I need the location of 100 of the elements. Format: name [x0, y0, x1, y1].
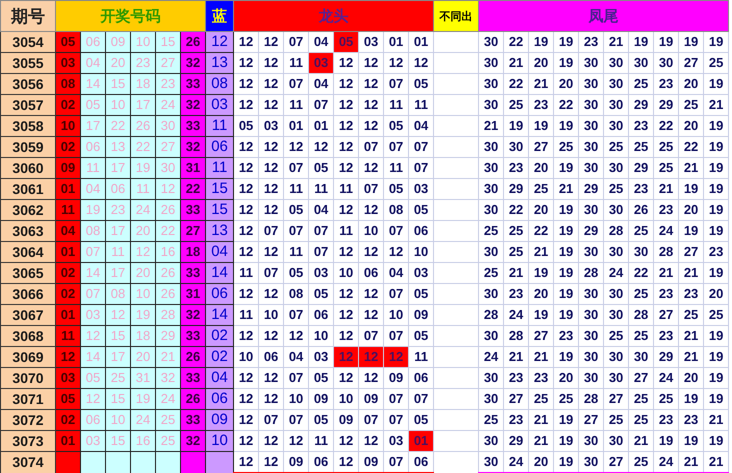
table-cell: 12	[334, 284, 359, 304]
table-cell: 15	[106, 430, 130, 452]
table-cell	[80, 452, 106, 473]
table-cell: 19	[704, 388, 729, 410]
table-cell: 13	[206, 220, 234, 242]
table-cell: 29	[654, 346, 679, 368]
table-cell: 21	[654, 178, 679, 200]
table-cell: 22	[130, 136, 156, 158]
table-cell: 19	[704, 430, 729, 452]
table-cell: 30	[604, 368, 629, 388]
table-cell: 30	[578, 74, 604, 94]
table-cell: 22	[106, 116, 130, 136]
table-cell: 25	[554, 136, 579, 158]
table-cell: 29	[628, 158, 654, 178]
table-cell: 20	[130, 220, 156, 242]
table-cell: 30	[478, 430, 504, 452]
table-cell: 3070	[0, 368, 56, 388]
table-cell: 25	[678, 304, 704, 326]
table-cell: 30	[604, 284, 629, 304]
table-cell: 12	[258, 158, 284, 178]
table-cell: 25	[554, 388, 579, 410]
table-cell: 06	[106, 178, 130, 200]
table-cell: 06	[308, 304, 334, 326]
table-cell: 25	[504, 94, 529, 116]
table-cell: 19	[554, 284, 579, 304]
table-cell: 14	[206, 304, 234, 326]
table-cell: 30	[156, 158, 180, 178]
table-cell: 21	[504, 346, 529, 368]
table-cell: 07	[384, 74, 409, 94]
table-cell: 06	[80, 136, 106, 158]
table-cell: 25	[604, 178, 629, 200]
table-cell: 30	[628, 52, 654, 74]
table-cell: 19	[678, 220, 704, 242]
table-cell: 29	[504, 178, 529, 200]
table-cell: 23	[654, 326, 679, 346]
table-cell: 01	[284, 116, 309, 136]
table-cell: 30	[478, 158, 504, 178]
table-cell: 25	[704, 304, 729, 326]
table-cell: 07	[384, 388, 409, 410]
table-cell: 20	[528, 452, 554, 473]
table-cell: 3063	[0, 220, 56, 242]
table-cell: 06	[80, 410, 106, 430]
table-cell: 28	[478, 304, 504, 326]
table-cell: 24	[604, 262, 629, 284]
table-cell: 04	[308, 200, 334, 220]
table-cell: 23	[678, 410, 704, 430]
table-cell: 19	[704, 74, 729, 94]
table-cell: 30	[478, 94, 504, 116]
table-cell: 21	[628, 430, 654, 452]
table-cell: 19	[554, 220, 579, 242]
table-cell: 20	[678, 368, 704, 388]
table-cell: 29	[504, 430, 529, 452]
table-cell: 10	[334, 388, 359, 410]
table-cell: 12	[234, 74, 259, 94]
table-cell: 20	[528, 158, 554, 178]
table-cell: 06	[408, 368, 434, 388]
table-cell: 3067	[0, 304, 56, 326]
table-cell: 09	[106, 32, 130, 52]
table-cell: 3071	[0, 388, 56, 410]
table-cell: 25	[628, 74, 654, 94]
table-cell: 06	[258, 346, 284, 368]
table-cell: 06	[308, 452, 334, 473]
table-cell: 3074	[0, 452, 56, 473]
table-cell: 25	[156, 430, 180, 452]
table-cell: 27	[156, 52, 180, 74]
table-cell: 12	[384, 52, 409, 74]
table-cell: 10	[358, 220, 384, 242]
table-cell: 21	[704, 452, 729, 473]
table-cell: 12	[358, 74, 384, 94]
table-cell: 29	[156, 326, 180, 346]
table-cell: 07	[308, 242, 334, 262]
table-cell: 19	[554, 52, 579, 74]
table-cell: 12	[258, 284, 284, 304]
table-cell: 30	[478, 368, 504, 388]
table-cell: 14	[80, 346, 106, 368]
table-cell: 11	[284, 242, 309, 262]
table-cell	[106, 452, 130, 473]
table-cell: 07	[308, 94, 334, 116]
table-cell: 02	[206, 346, 234, 368]
column-header: 期号	[0, 0, 56, 32]
table-cell: 12	[284, 136, 309, 158]
table-cell: 11	[334, 220, 359, 242]
table-cell: 08	[80, 220, 106, 242]
table-cell: 10	[106, 94, 130, 116]
table-cell: 12	[334, 304, 359, 326]
table-cell: 30	[578, 430, 604, 452]
table-cell	[156, 452, 180, 473]
table-cell: 19	[528, 262, 554, 284]
table-cell: 18	[180, 242, 206, 262]
table-cell: 33	[180, 368, 206, 388]
table-cell: 32	[180, 136, 206, 158]
table-cell: 30	[578, 52, 604, 74]
table-cell: 05	[408, 326, 434, 346]
table-cell: 12	[284, 430, 309, 452]
table-cell: 19	[704, 32, 729, 52]
table-cell: 24	[504, 452, 529, 473]
table-cell: 26	[130, 116, 156, 136]
table-cell: 27	[604, 452, 629, 473]
table-cell: 11	[308, 430, 334, 452]
table-cell: 11	[106, 242, 130, 262]
